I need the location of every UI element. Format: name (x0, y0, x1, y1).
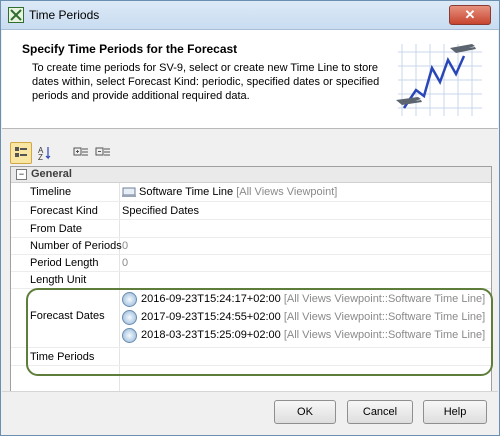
timeline-context: [All Views Viewpoint] (236, 186, 338, 198)
property-label: Number of Periods (30, 240, 122, 252)
property-label: Forecast Kind (30, 205, 98, 217)
forecast-kind-value[interactable]: Specified Dates (122, 205, 199, 217)
expand-icon (73, 147, 88, 156)
property-row-timeline[interactable]: Timeline Software Time Line [All Views V… (11, 183, 491, 202)
property-row-length-unit[interactable]: Length Unit (11, 271, 491, 289)
timeline-icon (122, 187, 136, 197)
sort-alphabetically-button[interactable]: A Z (34, 142, 56, 164)
category-row-general[interactable]: − General (11, 167, 491, 183)
number-of-periods-value[interactable]: 0 (122, 240, 128, 252)
category-label: General (31, 168, 72, 180)
timeline-value: Software Time Line (139, 186, 234, 198)
categorized-view-button[interactable] (10, 142, 32, 164)
cancel-button[interactable]: Cancel (347, 400, 413, 424)
property-row-number-of-periods[interactable]: Number of Periods 0 (11, 237, 491, 255)
footer-divider (2, 391, 498, 392)
ok-button[interactable]: OK (274, 400, 336, 424)
property-label: Length Unit (30, 274, 87, 286)
forecast-dates-highlight (26, 288, 493, 376)
collapse-all-button[interactable] (92, 142, 114, 164)
property-row-forecast-kind[interactable]: Forecast Kind Specified Dates (11, 202, 491, 220)
close-button[interactable]: ✕ (449, 5, 491, 25)
sort-az-icon: A Z (38, 146, 51, 162)
title-bar: Time Periods ✕ (1, 1, 499, 30)
header-description: To create time periods for SV-9, select … (32, 62, 380, 102)
collapse-toggle-icon[interactable]: − (16, 169, 27, 180)
time-periods-dialog: Time Periods ✕ Specify Time Periods for … (0, 0, 500, 436)
expand-all-button[interactable] (70, 142, 92, 164)
help-button[interactable]: Help (423, 400, 487, 424)
categorized-icon (15, 147, 27, 157)
property-value[interactable]: Software Time Line [All Views Viewpoint] (122, 186, 337, 198)
property-label: Timeline (30, 186, 72, 198)
collapse-icon (95, 147, 110, 156)
app-icon (8, 7, 24, 23)
property-row-period-length[interactable]: Period Length 0 (11, 254, 491, 272)
dialog-header: Specify Time Periods for the Forecast To… (2, 30, 498, 129)
property-label: Period Length (30, 257, 99, 269)
header-heading: Specify Time Periods for the Forecast (22, 42, 238, 56)
property-label: From Date (30, 223, 82, 235)
svg-text:Z: Z (38, 153, 43, 162)
window-title: Time Periods (29, 8, 100, 22)
forecast-chart-illustration (394, 38, 484, 122)
property-row-from-date[interactable]: From Date (11, 220, 491, 238)
period-length-value[interactable]: 0 (122, 257, 128, 269)
